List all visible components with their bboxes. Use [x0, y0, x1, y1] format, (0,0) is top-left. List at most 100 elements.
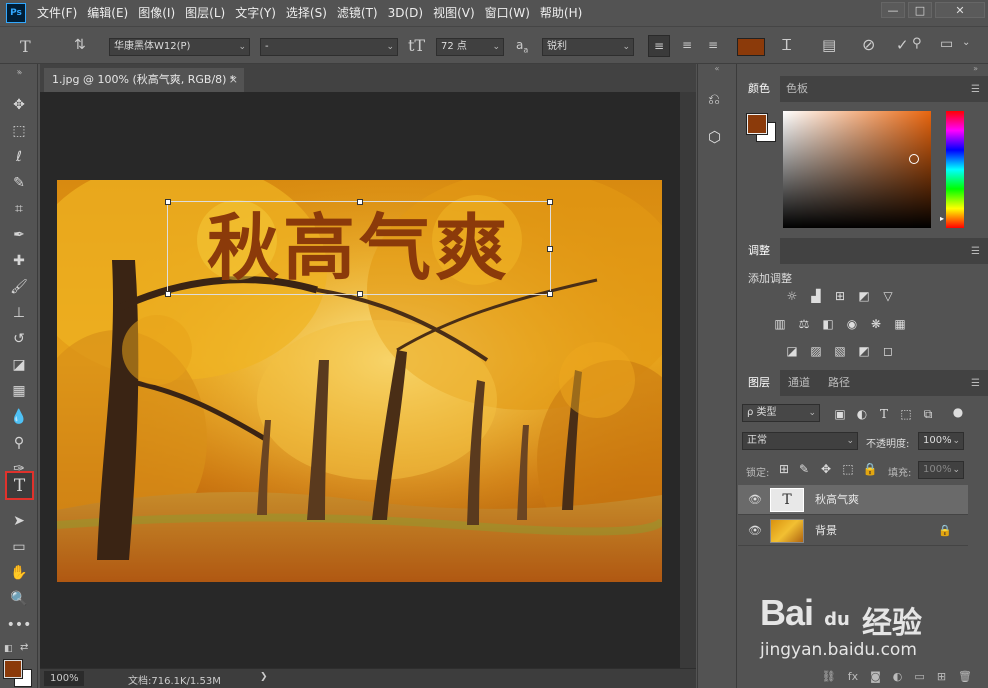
commit-check-icon[interactable]: ✓ — [896, 36, 909, 54]
transform-handle[interactable] — [357, 291, 363, 297]
lock-transparent-icon[interactable]: ⊞ — [776, 462, 792, 476]
black-white-icon[interactable]: ◧ — [820, 317, 836, 331]
lock-position-icon[interactable]: ✥ — [818, 462, 834, 476]
menu-window[interactable]: 窗口(W) — [480, 0, 535, 26]
new-adjustment-icon[interactable]: ◐ — [893, 670, 903, 683]
workspace-icon[interactable]: ▭ — [940, 36, 953, 52]
exposure-icon[interactable]: ◩ — [856, 289, 872, 303]
photo-filter-icon[interactable]: ◉ — [844, 317, 860, 331]
new-group-icon[interactable]: ▭ — [914, 670, 924, 683]
brush-tool-icon[interactable]: 🖌 — [6, 275, 32, 299]
visibility-eye-icon[interactable]: 👁 — [748, 524, 762, 537]
tab-color[interactable]: 颜色 — [738, 76, 780, 102]
filter-adjustment-icon[interactable]: ◐ — [854, 407, 870, 421]
menu-edit[interactable]: 编辑(E) — [82, 0, 133, 26]
align-center-icon[interactable]: ≡ — [676, 35, 698, 55]
antialias-select[interactable]: 锐利 ⌄ — [542, 38, 634, 56]
lock-pixels-icon[interactable]: ✎ — [796, 462, 812, 476]
rectangle-tool-icon[interactable]: ▭ — [6, 535, 32, 559]
layer-filter-select[interactable]: ρ 类型 ⌄ — [742, 404, 820, 422]
transform-handle[interactable] — [547, 291, 553, 297]
new-layer-icon[interactable]: ⊞ — [937, 670, 946, 683]
filter-image-icon[interactable]: ▣ — [832, 407, 848, 421]
opacity-input[interactable]: 100% ⌄ — [918, 432, 964, 450]
transform-bounding-box[interactable] — [165, 199, 553, 297]
move-tool-icon[interactable]: ✥ — [6, 93, 32, 117]
menu-file[interactable]: 文件(F) — [32, 0, 82, 26]
levels-icon[interactable]: ▟ — [808, 289, 824, 303]
menu-filter[interactable]: 滤镜(T) — [332, 0, 383, 26]
path-selection-tool-icon[interactable]: ➤ — [6, 509, 32, 533]
warp-text-icon[interactable]: Ꮖ — [782, 36, 792, 54]
hue-slider[interactable]: ▸ — [940, 111, 964, 228]
link-layers-icon[interactable]: ⛓ — [822, 670, 836, 683]
saturation-brightness-field[interactable] — [783, 111, 931, 228]
selective-color-icon[interactable]: ◻ — [880, 344, 896, 358]
vertical-scrollbar[interactable] — [680, 92, 696, 668]
close-document-icon[interactable]: × — [229, 68, 238, 92]
hue-slider-handle-icon[interactable]: ▸ — [940, 214, 944, 223]
panel-menu-icon[interactable]: ☰ — [971, 84, 980, 95]
lock-artboard-icon[interactable]: ⬚ — [840, 462, 856, 476]
layer-name[interactable]: 秋高气爽 — [815, 485, 859, 515]
swap-colors-icon[interactable]: ⇄ — [20, 642, 28, 653]
type-tool-preset-icon[interactable]: T — [20, 37, 31, 56]
color-picker-ring-icon[interactable] — [909, 154, 919, 164]
font-family-select[interactable]: 华康黑体W12(P) ⌄ — [109, 38, 250, 56]
panel-menu-icon[interactable]: ☰ — [971, 378, 980, 389]
layer-name[interactable]: 背景 — [815, 516, 837, 546]
filter-shape-icon[interactable]: ⬚ — [898, 407, 914, 421]
hand-tool-icon[interactable]: ✋ — [6, 561, 32, 585]
channel-mixer-icon[interactable]: ❋ — [868, 317, 884, 331]
layer-mask-icon[interactable]: ◙ — [870, 670, 881, 683]
minimize-button[interactable]: — — [881, 2, 905, 18]
chevron-down-icon[interactable]: ⌄ — [962, 37, 970, 48]
zoom-level[interactable]: 100% — [44, 671, 84, 686]
menu-type[interactable]: 文字(Y) — [230, 0, 281, 26]
layer-row-text[interactable]: 👁 T 秋高气爽 — [738, 485, 968, 515]
panel-foreground-swatch[interactable] — [746, 113, 768, 135]
transform-handle[interactable] — [165, 199, 171, 205]
font-size-select[interactable]: 72 点 ⌄ — [436, 38, 504, 56]
clone-stamp-tool-icon[interactable]: ⊥ — [6, 301, 32, 325]
delete-layer-icon[interactable]: 🗑 — [958, 670, 972, 683]
collapse-right-panels-icon[interactable]: » — [973, 64, 978, 73]
more-tools-icon[interactable]: ••• — [6, 613, 32, 637]
close-window-button[interactable]: ✕ — [935, 2, 985, 18]
maximize-button[interactable]: □ — [908, 2, 932, 18]
3d-panel-icon[interactable]: ⬡ — [708, 128, 721, 146]
type-tool-icon[interactable]: T — [5, 471, 34, 500]
lasso-tool-icon[interactable]: ℓ — [6, 145, 32, 169]
menu-view[interactable]: 视图(V) — [428, 0, 480, 26]
brightness-contrast-icon[interactable]: ☼ — [784, 289, 800, 303]
color-lookup-icon[interactable]: ▦ — [892, 317, 908, 331]
threshold-icon[interactable]: ▧ — [832, 344, 848, 358]
menu-image[interactable]: 图像(I) — [133, 0, 180, 26]
color-balance-icon[interactable]: ⚖ — [796, 317, 812, 331]
lock-all-icon[interactable]: 🔒 — [862, 462, 878, 476]
font-style-select[interactable]: - ⌄ — [260, 38, 398, 56]
menu-select[interactable]: 选择(S) — [281, 0, 332, 26]
panel-menu-icon[interactable]: ☰ — [971, 246, 980, 257]
quick-select-tool-icon[interactable]: ✎ — [6, 171, 32, 195]
cancel-icon[interactable]: ⊘ — [862, 35, 875, 54]
align-left-icon[interactable]: ≡ — [648, 35, 670, 57]
character-panel-icon[interactable]: ▤ — [822, 36, 836, 54]
eyedropper-tool-icon[interactable]: ✒ — [6, 223, 32, 247]
transform-handle[interactable] — [547, 199, 553, 205]
layer-style-icon[interactable]: fx — [848, 670, 858, 683]
filter-toggle-icon[interactable]: ● — [950, 405, 966, 419]
filter-smart-object-icon[interactable]: ⧉ — [920, 407, 936, 421]
transform-handle[interactable] — [547, 246, 553, 252]
hue-saturation-icon[interactable]: ▥ — [772, 317, 788, 331]
collapse-icon[interactable]: » — [0, 68, 40, 77]
filter-type-icon[interactable]: T — [876, 407, 892, 421]
document-tab[interactable]: 1.jpg @ 100% (秋高气爽, RGB/8) * × — [44, 68, 244, 92]
gradient-map-icon[interactable]: ◩ — [856, 344, 872, 358]
menu-3d[interactable]: 3D(D) — [383, 0, 428, 26]
gradient-tool-icon[interactable]: ▦ — [6, 379, 32, 403]
tab-adjustments[interactable]: 调整 — [738, 238, 780, 264]
curves-icon[interactable]: ⊞ — [832, 289, 848, 303]
vibrance-icon[interactable]: ▽ — [880, 289, 896, 303]
tab-layers[interactable]: 图层 — [738, 370, 780, 396]
